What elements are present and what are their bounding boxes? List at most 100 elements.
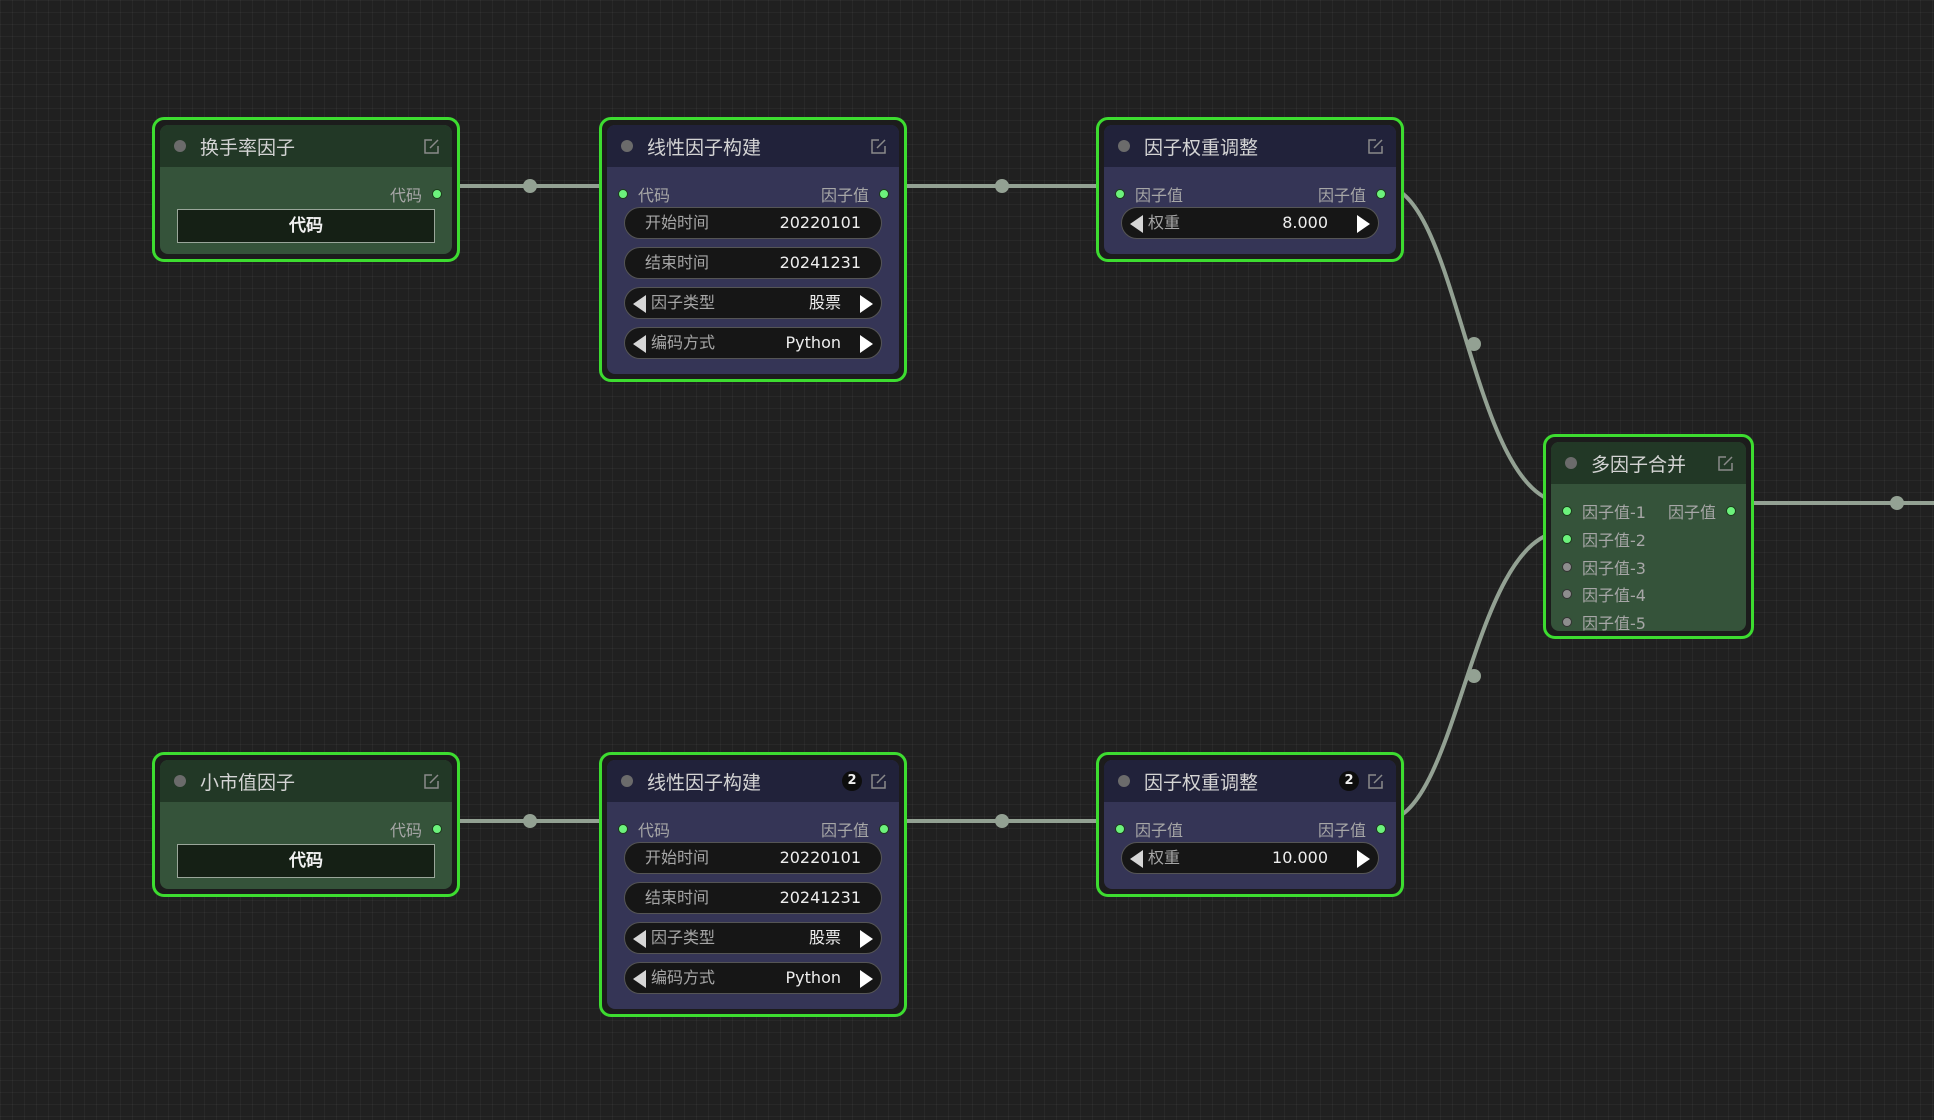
output-slot-label: 因子值 (1317, 821, 1366, 840)
input-slot-label: 因子值-2 (1582, 531, 1646, 550)
node-header[interactable]: 多因子合并 (1551, 442, 1746, 484)
factor-type-combo[interactable]: 因子类型 股票 (624, 287, 882, 319)
node-header[interactable]: 线性因子构建 (607, 125, 899, 167)
input-slot-dot[interactable] (1115, 824, 1125, 834)
node-linear-factor-build-2[interactable]: 线性因子构建 2 代码 因子值 开始时间 20220101 结束时间 20241… (599, 752, 907, 1017)
start-time-field[interactable]: 开始时间 20220101 (624, 207, 882, 239)
arrow-right-icon[interactable] (860, 295, 873, 313)
end-time-field[interactable]: 结束时间 20241231 (624, 247, 882, 279)
edit-icon[interactable] (422, 772, 440, 790)
node-header[interactable]: 线性因子构建 2 (607, 760, 899, 802)
slot-row: 因子值-2 (1551, 529, 1746, 550)
edit-icon[interactable] (1716, 454, 1734, 472)
arrow-right-icon[interactable] (860, 930, 873, 948)
link-midpoint-dot[interactable] (995, 814, 1009, 828)
encoding-combo[interactable]: 编码方式 Python (624, 962, 882, 994)
slot-row: 因子值-5 (1551, 612, 1746, 631)
graph-canvas[interactable]: 换手率因子 代码 代码 小市值因子 代码 代码 线性因子构建 代码 因子值 开始… (0, 0, 1934, 1120)
link-midpoint-dot[interactable] (1890, 496, 1904, 510)
slot-row: 因子值-3 (1551, 557, 1746, 578)
output-slot-dot[interactable] (432, 189, 442, 199)
encoding-combo[interactable]: 编码方式 Python (624, 327, 882, 359)
node-header[interactable]: 因子权重调整 2 (1104, 760, 1396, 802)
widget-value: 股票 (808, 928, 841, 947)
node-factor-weight-adjust-2[interactable]: 因子权重调整 2 因子值 因子值 权重 10.000 (1096, 752, 1404, 897)
output-slot-dot[interactable] (879, 189, 889, 199)
node-title: 因子权重调整 (1144, 136, 1259, 159)
slot-row: 代码 因子值 (607, 184, 899, 205)
slot-row: 因子值-4 (1551, 584, 1746, 605)
node-multi-factor-merge[interactable]: 多因子合并 因子值-1 因子值 因子值-2 因子值-3 因子值-4 因子值-5 (1543, 434, 1754, 639)
output-slot-row: 代码 (160, 819, 452, 840)
edit-icon[interactable] (869, 137, 887, 155)
start-time-field[interactable]: 开始时间 20220101 (624, 842, 882, 874)
status-dot-icon (621, 775, 633, 787)
weight-number-widget[interactable]: 权重 10.000 (1121, 842, 1379, 874)
slot-row: 代码 因子值 (607, 819, 899, 840)
output-slot-label: 因子值 (820, 186, 869, 205)
link-weight1-to-merge[interactable] (1381, 184, 1568, 505)
factor-type-combo[interactable]: 因子类型 股票 (624, 922, 882, 954)
node-title: 换手率因子 (200, 136, 296, 159)
output-slot-dot[interactable] (432, 824, 442, 834)
node-header[interactable]: 换手率因子 (160, 125, 452, 167)
status-dot-icon (174, 775, 186, 787)
arrow-left-icon[interactable] (633, 970, 646, 988)
input-slot-dot[interactable] (618, 824, 628, 834)
input-slot-dot[interactable] (1115, 189, 1125, 199)
arrow-right-icon[interactable] (1357, 850, 1370, 868)
arrow-left-icon[interactable] (1130, 215, 1143, 233)
node-header[interactable]: 小市值因子 (160, 760, 452, 802)
arrow-left-icon[interactable] (633, 930, 646, 948)
input-slot-dot[interactable] (1562, 589, 1572, 599)
widget-label: 编码方式 (651, 968, 716, 987)
status-dot-icon (1118, 140, 1130, 152)
link-midpoint-dot[interactable] (523, 179, 537, 193)
output-slot-dot[interactable] (1726, 506, 1736, 516)
output-slot-dot[interactable] (879, 824, 889, 834)
input-slot-dot[interactable] (1562, 506, 1572, 516)
edit-icon[interactable] (1366, 137, 1384, 155)
output-slot-dot[interactable] (1376, 824, 1386, 834)
link-midpoint-dot[interactable] (995, 179, 1009, 193)
code-button[interactable]: 代码 (177, 844, 435, 878)
widget-value: Python (785, 968, 841, 987)
edit-icon[interactable] (869, 772, 887, 790)
edit-icon[interactable] (422, 137, 440, 155)
widget-value: 20241231 (779, 253, 861, 272)
arrow-right-icon[interactable] (860, 970, 873, 988)
code-button[interactable]: 代码 (177, 209, 435, 243)
output-slot-dot[interactable] (1376, 189, 1386, 199)
output-slot-label: 因子值 (1667, 503, 1716, 522)
link-midpoint-dot[interactable] (1467, 669, 1481, 683)
arrow-left-icon[interactable] (633, 335, 646, 353)
widget-label: 权重 (1148, 213, 1181, 232)
node-linear-factor-build-1[interactable]: 线性因子构建 代码 因子值 开始时间 20220101 结束时间 2024123… (599, 117, 907, 382)
widget-label: 开始时间 (645, 213, 710, 232)
weight-number-widget[interactable]: 权重 8.000 (1121, 207, 1379, 239)
node-small-cap-factor[interactable]: 小市值因子 代码 代码 (152, 752, 460, 897)
node-factor-weight-adjust-1[interactable]: 因子权重调整 因子值 因子值 权重 8.000 (1096, 117, 1404, 262)
count-badge: 2 (842, 771, 862, 791)
arrow-right-icon[interactable] (860, 335, 873, 353)
slot-row: 因子值 因子值 (1104, 819, 1396, 840)
node-header[interactable]: 因子权重调整 (1104, 125, 1396, 167)
node-turnover-factor[interactable]: 换手率因子 代码 代码 (152, 117, 460, 262)
widget-label: 因子类型 (651, 928, 716, 947)
arrow-left-icon[interactable] (633, 295, 646, 313)
output-slot-label: 因子值 (1317, 186, 1366, 205)
link-weight2-to-merge[interactable] (1381, 529, 1568, 823)
input-slot-dot[interactable] (1562, 617, 1572, 627)
input-slot-label: 因子值 (1135, 821, 1184, 840)
link-midpoint-dot[interactable] (523, 814, 537, 828)
input-slot-dot[interactable] (1562, 562, 1572, 572)
edit-icon[interactable] (1366, 772, 1384, 790)
input-slot-dot[interactable] (618, 189, 628, 199)
end-time-field[interactable]: 结束时间 20241231 (624, 882, 882, 914)
link-midpoint-dot[interactable] (1467, 337, 1481, 351)
input-slot-label: 因子值-5 (1582, 614, 1646, 631)
arrow-left-icon[interactable] (1130, 850, 1143, 868)
input-slot-dot[interactable] (1562, 534, 1572, 544)
status-dot-icon (174, 140, 186, 152)
arrow-right-icon[interactable] (1357, 215, 1370, 233)
